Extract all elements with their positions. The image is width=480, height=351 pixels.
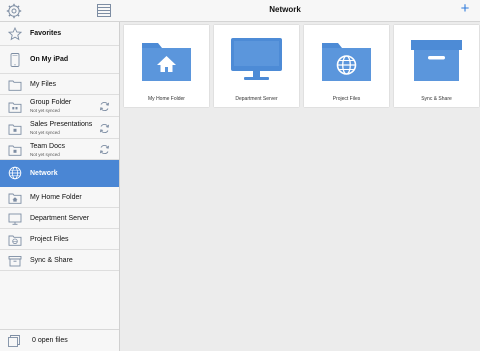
sidebar-item-sync-share[interactable]: Sync & Share bbox=[0, 250, 119, 271]
group-folder-icon bbox=[8, 102, 22, 113]
sync-status: Not yet synced bbox=[30, 152, 60, 157]
folder-icon bbox=[8, 80, 22, 91]
open-files-count: 0 open files bbox=[32, 337, 68, 344]
sidebar-item-label: Favorites bbox=[30, 30, 62, 37]
open-files-bar[interactable]: 0 open files bbox=[0, 329, 119, 351]
monitor-icon bbox=[8, 213, 22, 225]
sidebar-item-group-folder[interactable]: Group Folder Not yet synced bbox=[0, 95, 119, 117]
sidebar-item-network[interactable]: Network bbox=[0, 160, 119, 187]
sidebar-item-department-server[interactable]: Department Server bbox=[0, 208, 119, 229]
sidebar-item-label: Department Server bbox=[30, 215, 90, 222]
gear-icon[interactable] bbox=[6, 3, 22, 19]
tile-label: My Home Folder bbox=[148, 96, 185, 102]
home-folder-icon bbox=[142, 43, 191, 81]
monitor-icon bbox=[231, 38, 282, 80]
sidebar-item-label: Sync & Share bbox=[30, 257, 73, 264]
plus-icon[interactable]: + bbox=[458, 1, 472, 16]
sidebar-item-favorites[interactable]: Favorites bbox=[0, 22, 119, 46]
tile-sync-share[interactable]: Sync & Share bbox=[394, 25, 479, 107]
tile-my-home-folder[interactable]: My Home Folder bbox=[124, 25, 209, 107]
sidebar-item-sales-presentations[interactable]: Sales Presentations Not yet synced bbox=[0, 117, 119, 139]
tile-label: Department Server bbox=[235, 96, 278, 102]
sidebar-item-my-files[interactable]: My Files bbox=[0, 74, 119, 95]
shared-folder-icon bbox=[8, 145, 22, 156]
files-stack-icon bbox=[8, 335, 20, 347]
sidebar-item-project-files[interactable]: Project Files bbox=[0, 229, 119, 250]
tablet-icon bbox=[10, 53, 20, 67]
app-window: Network + Favorites On My iPad My Files bbox=[0, 0, 480, 351]
list-view-icon[interactable] bbox=[97, 4, 111, 17]
tile-label: Sync & Share bbox=[421, 96, 452, 102]
sync-status: Not yet synced bbox=[30, 130, 60, 135]
globe-folder-icon bbox=[8, 235, 22, 246]
sidebar-item-on-my-ipad[interactable]: On My iPad bbox=[0, 46, 119, 74]
sidebar-item-label: My Files bbox=[30, 81, 57, 88]
tile-department-server[interactable]: Department Server bbox=[214, 25, 299, 107]
page-title: Network bbox=[269, 5, 301, 14]
archive-box-icon bbox=[411, 40, 462, 81]
sidebar-item-team-docs[interactable]: Team Docs Not yet synced bbox=[0, 139, 119, 160]
tile-project-files[interactable]: Project Files bbox=[304, 25, 389, 107]
tile-label: Project Files bbox=[332, 96, 361, 102]
sync-icon[interactable] bbox=[99, 144, 110, 155]
sidebar-item-label: Project Files bbox=[30, 236, 69, 243]
archive-box-icon bbox=[8, 256, 22, 267]
sync-icon[interactable] bbox=[99, 101, 110, 112]
sidebar-item-label: Team Docs bbox=[30, 143, 66, 150]
sidebar-item-label: Group Folder bbox=[30, 99, 72, 106]
sidebar-item-label: My Home Folder bbox=[30, 194, 82, 201]
globe-icon bbox=[8, 166, 22, 180]
star-icon bbox=[8, 27, 22, 41]
top-bar: Network + bbox=[0, 0, 480, 22]
sidebar-item-my-home-folder[interactable]: My Home Folder bbox=[0, 187, 119, 208]
sync-icon[interactable] bbox=[99, 123, 110, 134]
sidebar-item-label: Network bbox=[30, 170, 58, 177]
sync-status: Not yet synced bbox=[30, 108, 60, 113]
sidebar-item-label: On My iPad bbox=[30, 56, 69, 63]
sidebar: Favorites On My iPad My Files Group Fold… bbox=[0, 22, 120, 351]
shared-folder-icon bbox=[8, 124, 22, 135]
globe-folder-icon bbox=[322, 43, 371, 81]
home-folder-icon bbox=[8, 193, 22, 204]
sidebar-item-label: Sales Presentations bbox=[30, 121, 93, 128]
